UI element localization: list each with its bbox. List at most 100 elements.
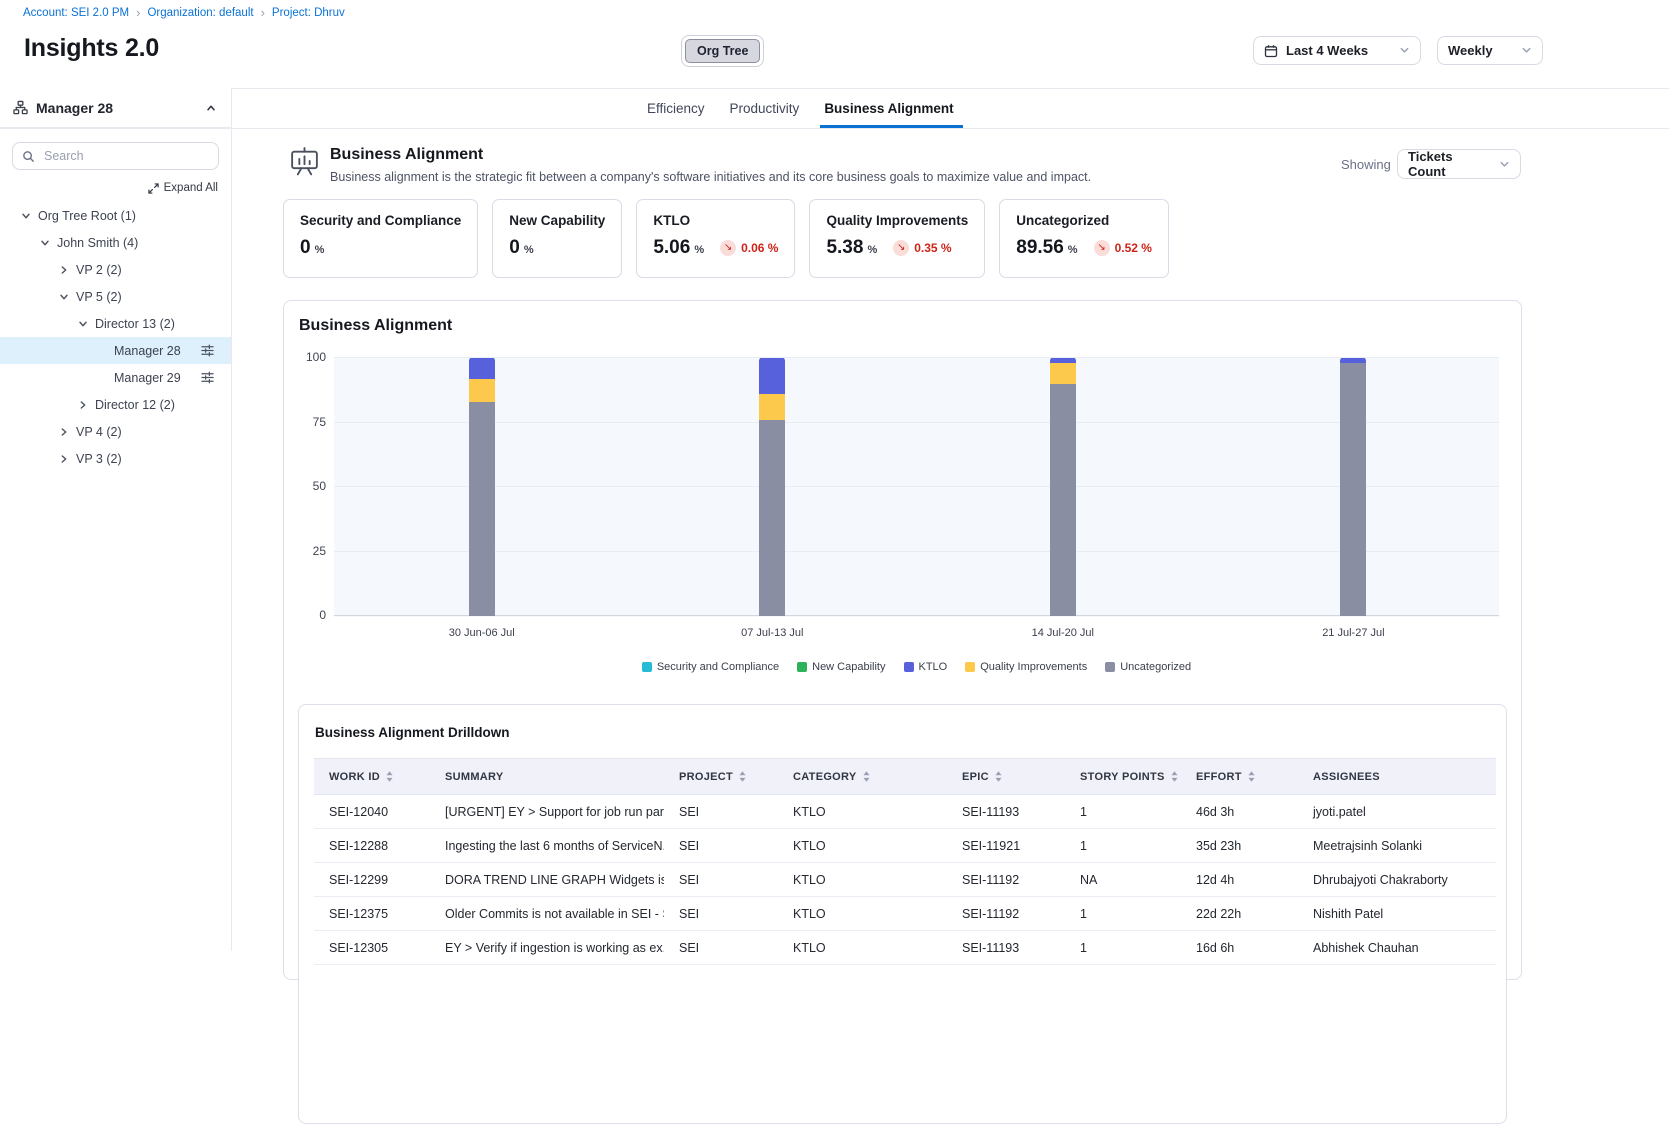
x-axis: 30 Jun-06 Jul07 Jul-13 Jul14 Jul-20 Jul2… — [334, 627, 1499, 643]
showing-select[interactable]: Tickets Count — [1397, 149, 1521, 179]
stacked-bar[interactable] — [1340, 357, 1366, 616]
filter-sliders-icon[interactable] — [201, 371, 214, 384]
tree-item[interactable]: Manager 28 — [0, 337, 231, 364]
stacked-bar[interactable] — [759, 357, 785, 616]
filter-sliders-icon[interactable] — [201, 344, 214, 357]
section-title: Business Alignment — [330, 146, 483, 164]
column-header-epic[interactable]: EPIC — [947, 759, 1065, 795]
tree-item[interactable]: Manager 29 — [0, 364, 231, 391]
cell-project: SEI — [664, 795, 778, 829]
org-tree-button[interactable]: Org Tree — [685, 39, 760, 63]
chevron-down-icon[interactable] — [77, 318, 95, 330]
date-range-select[interactable]: Last 4 Weeks — [1253, 36, 1421, 65]
chart-legend: Security and Compliance New Capability KTL… — [334, 661, 1499, 673]
legend-item-ktlo[interactable]: KTLO — [904, 661, 948, 673]
column-header-project[interactable]: PROJECT — [664, 759, 778, 795]
stat-card-title: KTLO — [653, 213, 778, 228]
bar-segment-uncategorized — [759, 420, 785, 616]
chevron-right-icon[interactable] — [77, 399, 95, 411]
cell-effort: 46d 3h — [1181, 795, 1298, 829]
org-tree-toggle: Org Tree — [681, 35, 764, 67]
sort-icon[interactable] — [863, 771, 870, 782]
cell-category: KTLO — [778, 897, 947, 931]
chevron-up-icon[interactable] — [205, 102, 217, 114]
breadcrumb-link[interactable]: Account: SEI 2.0 PM — [23, 7, 129, 19]
chevron-right-icon[interactable] — [58, 264, 76, 276]
cell-project: SEI — [664, 931, 778, 965]
table-row[interactable]: SEI-12040[URGENT] EY > Support for job r… — [314, 795, 1496, 829]
cell-project: SEI — [664, 897, 778, 931]
table-row[interactable]: SEI-12288Ingesting the last 6 months of … — [314, 829, 1496, 863]
column-header-category[interactable]: CATEGORY — [778, 759, 947, 795]
breadcrumb-link[interactable]: Project: Dhruv — [272, 7, 345, 19]
chevron-right-icon[interactable] — [58, 453, 76, 465]
legend-item-quality-improvements[interactable]: Quality Improvements — [965, 661, 1087, 673]
table-row[interactable]: SEI-12305EY > Verify if ingestion is wor… — [314, 931, 1496, 965]
cell-summary: Ingesting the last 6 months of ServiceN.… — [430, 829, 664, 863]
stacked-bar[interactable] — [469, 357, 495, 616]
granularity-select[interactable]: Weekly — [1437, 36, 1543, 65]
tree-item[interactable]: Director 13 (2) — [0, 310, 231, 337]
tree-item[interactable]: Org Tree Root (1) — [0, 202, 231, 229]
sort-icon[interactable] — [1171, 771, 1178, 782]
stat-card-title: Security and Compliance — [300, 213, 461, 228]
tree-item[interactable]: John Smith (4) — [0, 229, 231, 256]
column-header-label: EPIC — [962, 771, 989, 783]
column-header-effort[interactable]: EFFORT — [1181, 759, 1298, 795]
legend-swatch — [904, 662, 914, 672]
chevron-down-icon[interactable] — [39, 237, 57, 249]
cell-assignees: Nishith Patel — [1298, 897, 1496, 931]
cell-story-points: NA — [1065, 863, 1181, 897]
section-description: Business alignment is the strategic fit … — [330, 170, 1091, 184]
x-axis-label: 14 Jul-20 Jul — [1032, 627, 1094, 639]
cell-effort: 16d 6h — [1181, 931, 1298, 965]
search-input[interactable] — [42, 148, 209, 164]
tree-item-label: Director 12 (2) — [95, 398, 175, 412]
legend-item-new-capability[interactable]: New Capability — [797, 661, 885, 673]
trend-badge: ↘0.52 % — [1094, 240, 1152, 256]
cell-summary: [URGENT] EY > Support for job run par... — [430, 795, 664, 829]
expand-all-button[interactable]: Expand All — [13, 182, 218, 194]
sort-icon[interactable] — [995, 771, 1002, 782]
search-icon — [22, 150, 35, 163]
tab-productivity[interactable]: Productivity — [728, 88, 802, 128]
chevron-right-icon[interactable] — [58, 426, 76, 438]
y-axis-tick-label: 50 — [313, 479, 326, 493]
tab-business-alignment[interactable]: Business Alignment — [822, 88, 955, 128]
tree-item[interactable]: VP 4 (2) — [0, 418, 231, 445]
column-header-story-points[interactable]: STORY POINTS — [1065, 759, 1181, 795]
drilldown-table: WORK IDSUMMARYPROJECTCATEGORYEPICSTORY P… — [314, 758, 1496, 965]
legend-item-uncategorized[interactable]: Uncategorized — [1105, 661, 1191, 673]
legend-label: Security and Compliance — [657, 661, 779, 673]
stat-card-title: Uncategorized — [1016, 213, 1152, 228]
tree-item[interactable]: VP 3 (2) — [0, 445, 231, 472]
tree-item[interactable]: VP 5 (2) — [0, 283, 231, 310]
sort-icon[interactable] — [1248, 771, 1255, 782]
table-row[interactable]: SEI-12375Older Commits is not available … — [314, 897, 1496, 931]
tree-item[interactable]: VP 2 (2) — [0, 256, 231, 283]
table-row[interactable]: SEI-12299DORA TREND LINE GRAPH Widgets i… — [314, 863, 1496, 897]
stat-card-value: 0 — [509, 237, 520, 259]
tab-efficiency[interactable]: Efficiency — [645, 88, 707, 128]
stat-card: Quality Improvements5.38%↘0.35 % — [809, 199, 985, 278]
chevron-down-icon[interactable] — [20, 210, 38, 222]
drilldown-card: Business Alignment Drilldown WORK IDSUMM… — [298, 704, 1507, 1124]
chevron-down-icon[interactable] — [58, 291, 76, 303]
org-tree-sidebar: Manager 28 Expand All Org Tree Root (1)J… — [0, 88, 232, 951]
cell-epic: SEI-11192 — [947, 863, 1065, 897]
stat-card: KTLO5.06%↘0.06 % — [636, 199, 795, 278]
sort-icon[interactable] — [739, 771, 746, 782]
gridline — [334, 486, 1499, 487]
sort-icon[interactable] — [386, 771, 393, 782]
bar-segment-ktlo — [759, 358, 785, 394]
tree-item[interactable]: Director 12 (2) — [0, 391, 231, 418]
stat-card-unit: % — [694, 244, 704, 256]
gridline — [334, 551, 1499, 552]
stat-card-title: Quality Improvements — [826, 213, 968, 228]
column-header-work-id[interactable]: WORK ID — [314, 759, 430, 795]
cell-effort: 22d 22h — [1181, 897, 1298, 931]
stacked-bar[interactable] — [1050, 357, 1076, 616]
legend-item-security-and-compliance[interactable]: Security and Compliance — [642, 661, 779, 673]
breadcrumb-link[interactable]: Organization: default — [147, 7, 253, 19]
column-header-label: STORY POINTS — [1080, 771, 1165, 783]
